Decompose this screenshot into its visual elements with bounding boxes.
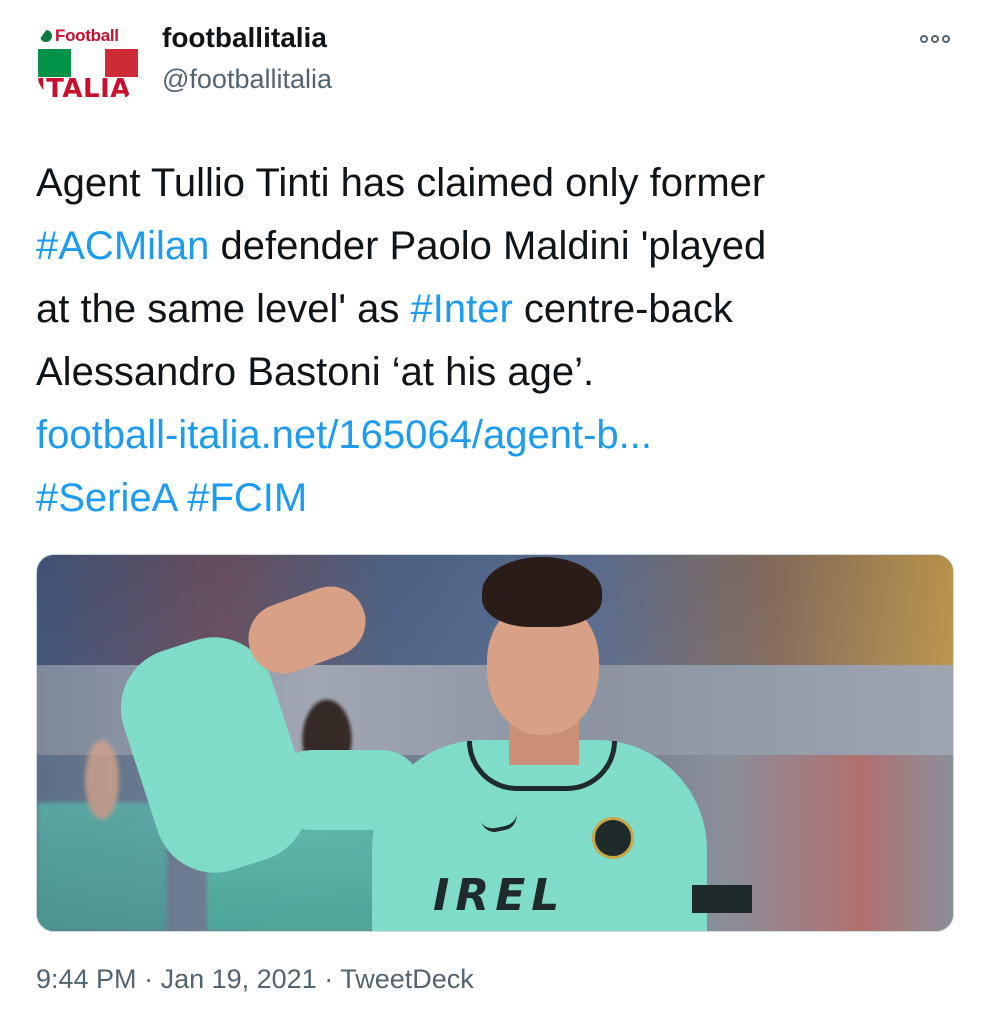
tweet-line: #ACMilan defender Paolo Maldini 'played xyxy=(36,215,956,278)
tweet-photo[interactable]: IREL xyxy=(36,554,954,932)
tweet-source[interactable]: TweetDeck xyxy=(340,964,474,994)
player-hair xyxy=(482,557,602,627)
player-armband xyxy=(692,885,752,913)
hashtag-seriea[interactable]: #SerieA xyxy=(36,476,176,520)
tweet-meta: 9:44 PM · Jan 19, 2021 · TweetDeck xyxy=(36,964,474,995)
photo-player: IREL xyxy=(105,555,752,931)
tweet-line: Alessandro Bastoni ‘at his age’. xyxy=(36,341,956,404)
club-crest-icon xyxy=(592,817,634,859)
tweet-line: Agent Tullio Tinti has claimed only form… xyxy=(36,152,956,215)
tweet-line: at the same level' as #Inter centre-back xyxy=(36,278,956,341)
football-icon xyxy=(40,30,52,42)
tweet-text: Agent Tullio Tinti has claimed only form… xyxy=(36,152,956,530)
avatar-logo-bottom: ITALIA xyxy=(36,74,131,104)
tweet-time[interactable]: 9:44 PM xyxy=(36,964,137,994)
tweet-text-segment: centre-back xyxy=(512,287,733,331)
tweet-line: football-italia.net/165064/agent-b... xyxy=(36,404,956,467)
author-handle[interactable]: @footballitalia xyxy=(162,64,332,95)
tweet: Football ITALIA footballitalia @football… xyxy=(0,0,987,1024)
tweet-date[interactable]: Jan 19, 2021 xyxy=(161,964,317,994)
meta-separator: · xyxy=(316,964,341,994)
tweet-text-segment: at the same level' as xyxy=(36,287,411,331)
author-display-name[interactable]: footballitalia xyxy=(162,22,327,54)
hashtag-inter[interactable]: #Inter xyxy=(411,287,513,331)
shirt-sponsor: IREL xyxy=(433,870,566,921)
meta-separator: · xyxy=(136,964,161,994)
tweet-text-segment: defender Paolo Maldini 'played xyxy=(209,224,767,268)
avatar[interactable]: Football ITALIA xyxy=(34,12,142,112)
tweet-text-segment: Agent Tullio Tinti has claimed only form… xyxy=(36,161,766,205)
article-link[interactable]: football-italia.net/165064/agent-b... xyxy=(36,413,652,457)
hashtag-fcim[interactable]: #FCIM xyxy=(187,476,307,520)
tweet-line: #SerieA #FCIM xyxy=(36,467,956,530)
hashtag-acmilan[interactable]: #ACMilan xyxy=(36,224,209,268)
player-forearm xyxy=(272,750,422,830)
tweet-text-segment: Alessandro Bastoni ‘at his age’. xyxy=(36,350,595,394)
avatar-logo-top: Football xyxy=(40,26,119,46)
italian-flag-icon xyxy=(38,49,138,77)
more-options-icon[interactable] xyxy=(913,24,957,54)
